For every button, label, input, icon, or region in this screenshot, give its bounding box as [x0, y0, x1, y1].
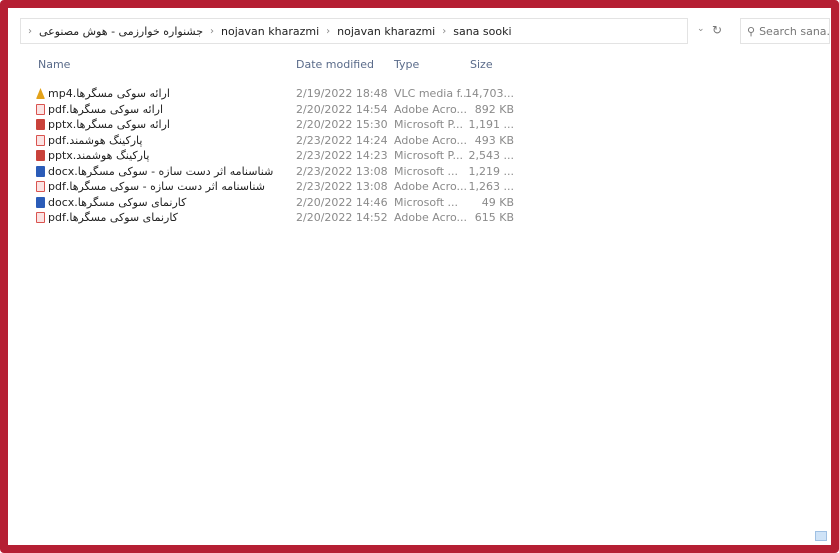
column-header-name[interactable]: Name: [38, 58, 70, 71]
file-name: ارائه سوکی مسگرها.pptx: [48, 118, 170, 131]
chevron-icon: ›: [442, 25, 447, 37]
file-row[interactable]: شناسنامه اثر دست سازه - سوکی مسگرها.docx…: [36, 164, 556, 180]
file-date: 2/19/2022 18:48: [296, 87, 388, 100]
breadcrumb-item[interactable]: nojavan kharazmi: [333, 25, 439, 38]
file-type: Microsoft P...: [394, 149, 463, 162]
column-header-date[interactable]: Date modified: [296, 58, 374, 71]
file-type: Adobe Acro...: [394, 102, 467, 116]
file-date: 2/23/2022 13:08: [296, 164, 388, 178]
file-icon: [36, 119, 45, 130]
file-type: Adobe Acro...: [394, 180, 467, 193]
file-row[interactable]: پارکینگ هوشمند.pdf 2/23/2022 14:24 Adobe A…: [36, 133, 556, 149]
file-row[interactable]: کارنمای سوکی مسگرها.docx 2/20/2022 14:46 M…: [36, 195, 556, 211]
file-name: ارائه سوکی مسگرها.mp4: [48, 87, 170, 100]
file-list: ارائه سوکی مسگرها.mp4 2/19/2022 18:48 VLC …: [36, 86, 556, 226]
file-date: 2/20/2022 15:30: [296, 118, 388, 131]
file-name: شناسنامه اثر دست سازه - سوکی مسگرها.docx: [48, 164, 274, 178]
file-row[interactable]: ارائه سوکی مسگرها.pptx 2/20/2022 15:30 Mic…: [36, 117, 556, 133]
breadcrumb-item[interactable]: nojavan kharazmi: [217, 25, 323, 38]
file-icon: [36, 212, 45, 223]
file-icon: [36, 88, 45, 99]
refresh-icon[interactable]: ↻: [712, 23, 722, 37]
file-date: 2/23/2022 14:23: [296, 149, 388, 162]
file-type: Adobe Acro...: [394, 211, 467, 224]
file-date: 2/20/2022 14:46: [296, 195, 388, 209]
column-header-size[interactable]: Size: [470, 58, 493, 71]
breadcrumb-item[interactable]: جشنواره خوارزمی - هوش مصنوعی: [35, 25, 207, 38]
file-date: 2/23/2022 13:08: [296, 180, 388, 193]
file-name: پارکینگ هوشمند.pdf: [48, 133, 143, 147]
file-type: Microsoft ...: [394, 195, 459, 209]
chevron-down-icon[interactable]: ⌄: [697, 24, 705, 34]
file-size: 2,543 ...: [468, 149, 514, 162]
column-header-type[interactable]: Type: [394, 58, 419, 71]
file-icon: [36, 134, 45, 146]
file-size: 1,219 ...: [468, 164, 514, 178]
file-name: ارائه سوکی مسگرها.pdf: [48, 102, 164, 116]
file-name: کارنمای سوکی مسگرها.pdf: [48, 211, 178, 224]
file-icon: [36, 103, 45, 115]
chevron-icon: ›: [28, 25, 32, 37]
file-name: شناسنامه اثر دست سازه - سوکی مسگرها.pdf: [48, 180, 265, 193]
file-row[interactable]: شناسنامه اثر دست سازه - سوکی مسگرها.pdf 2…: [36, 179, 556, 195]
file-icon: [36, 196, 45, 208]
file-icon: [36, 150, 45, 161]
file-type: Microsoft ...: [394, 164, 459, 178]
file-size: 1,263 ...: [468, 180, 514, 193]
file-size: 615 KB: [474, 211, 514, 224]
file-name: کارنمای سوکی مسگرها.docx: [48, 195, 187, 209]
file-type: Microsoft P...: [394, 118, 463, 131]
file-icon: [36, 181, 45, 192]
search-placeholder: Search sana...: [759, 24, 830, 38]
file-type: VLC media f...: [394, 87, 471, 100]
file-row[interactable]: کارنمای سوکی مسگرها.pdf 2/20/2022 14:52 Ad…: [36, 210, 556, 226]
file-date: 2/20/2022 14:54: [296, 102, 388, 116]
file-type: Adobe Acro...: [394, 133, 467, 147]
file-size: 14,703...: [465, 87, 514, 100]
file-name: پارکینگ هوشمند.pptx: [48, 149, 150, 162]
file-row[interactable]: پارکینگ هوشمند.pptx 2/23/2022 14:23 Micros…: [36, 148, 556, 164]
file-size: 1,191 ...: [468, 118, 514, 131]
view-toggle-icon[interactable]: [815, 531, 827, 541]
search-input[interactable]: ⚲ Search sana...: [740, 18, 830, 44]
explorer-window: [0, 0, 839, 553]
chevron-icon: ›: [210, 25, 215, 37]
chevron-icon: ›: [326, 25, 331, 37]
file-size: 49 KB: [481, 195, 514, 209]
file-date: 2/20/2022 14:52: [296, 211, 388, 224]
file-date: 2/23/2022 14:24: [296, 133, 388, 147]
file-size: 892 KB: [474, 102, 514, 116]
address-bar[interactable]: › جشنواره خوارزمی - هوش مصنوعی › nojavan…: [20, 18, 688, 44]
search-icon: ⚲: [747, 24, 756, 38]
column-headers: Name Date modified Type Size: [38, 58, 598, 76]
file-row[interactable]: ارائه سوکی مسگرها.pdf 2/20/2022 14:54 Adob…: [36, 102, 556, 118]
file-row[interactable]: ارائه سوکی مسگرها.mp4 2/19/2022 18:48 VLC …: [36, 86, 556, 102]
breadcrumb-item[interactable]: sana sooki: [449, 25, 515, 38]
file-size: 493 KB: [474, 133, 514, 147]
file-icon: [36, 165, 45, 177]
